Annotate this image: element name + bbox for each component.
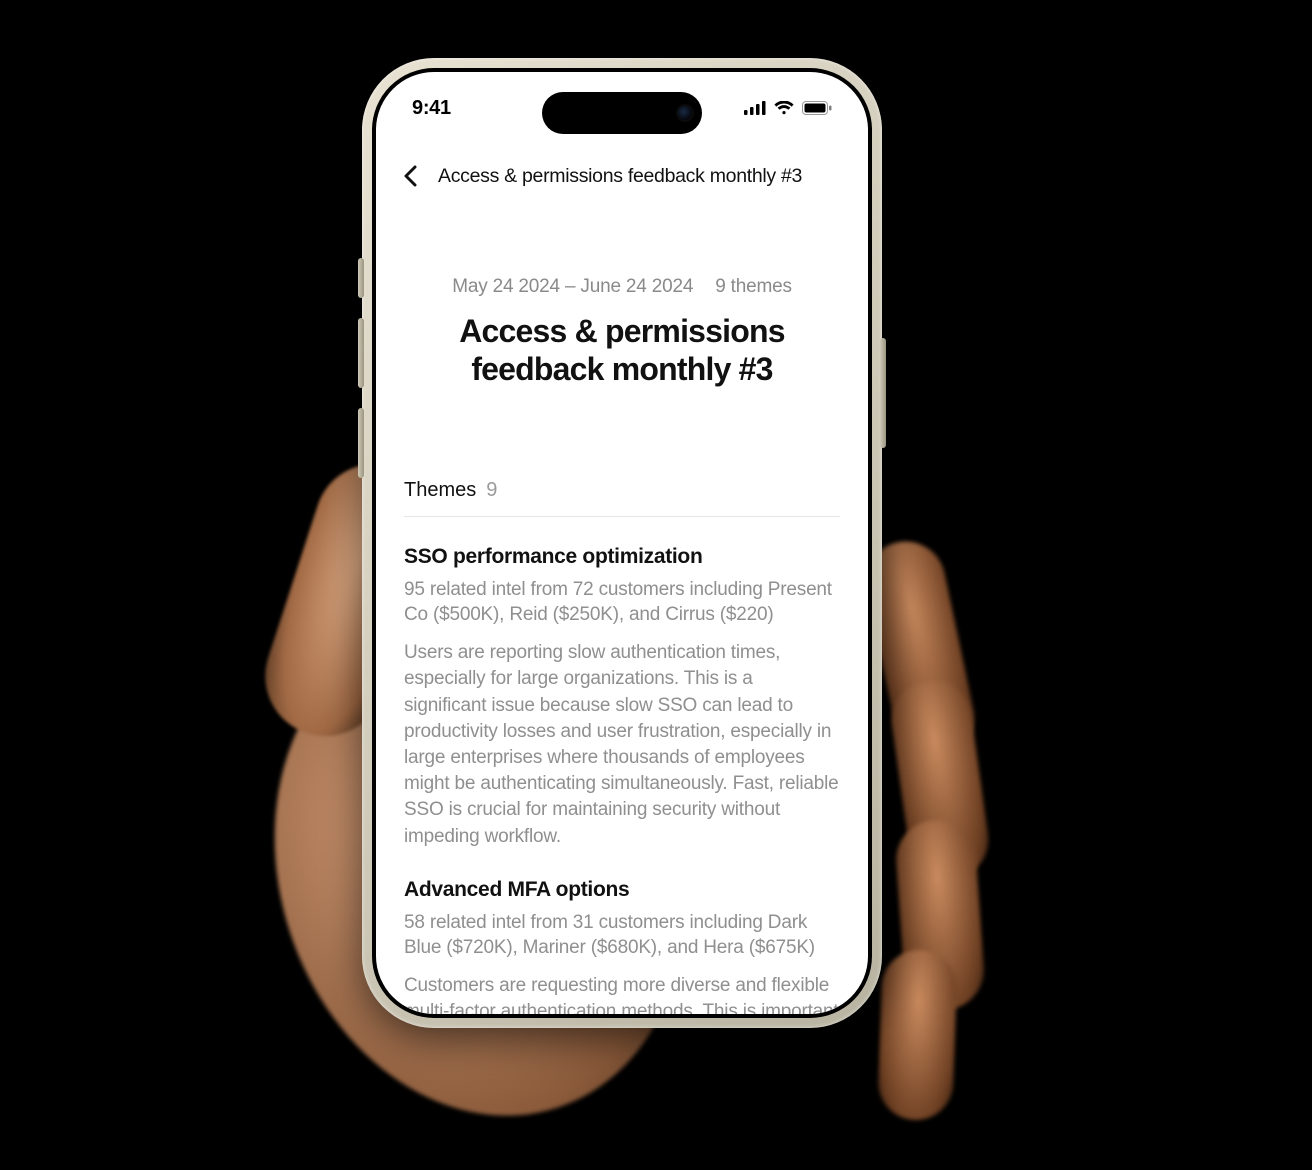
theme-title: SSO performance optimization — [404, 545, 840, 569]
content-scroll[interactable]: May 24 2024 – June 24 2024 9 themes Acce… — [376, 212, 868, 1014]
front-camera-icon — [678, 106, 692, 120]
themes-count: 9 — [486, 479, 497, 502]
theme-body: Customers are requesting more diverse an… — [404, 973, 840, 1014]
phone-frame: 9:41 — [362, 58, 882, 1028]
date-range: May 24 2024 – June 24 2024 — [452, 276, 693, 298]
wifi-icon — [774, 101, 794, 115]
theme-body: Users are reporting slow authentication … — [404, 640, 840, 850]
theme-subtitle: 58 related intel from 31 customers inclu… — [404, 910, 840, 961]
status-time: 9:41 — [412, 97, 451, 120]
meta-row: May 24 2024 – June 24 2024 9 themes — [404, 276, 840, 298]
theme-item[interactable]: Advanced MFA options 58 related intel fr… — [404, 878, 840, 1014]
nav-header: Access & permissions feedback monthly #3 — [376, 152, 868, 200]
themes-section-header: Themes 9 — [404, 479, 840, 517]
back-button[interactable] — [396, 162, 424, 190]
themes-summary: 9 themes — [715, 276, 792, 298]
themes-label: Themes — [404, 479, 476, 502]
theme-subtitle: 95 related intel from 72 customers inclu… — [404, 577, 840, 628]
battery-icon — [802, 101, 832, 115]
nav-title: Access & permissions feedback monthly #3 — [438, 165, 802, 188]
phone-screen: 9:41 — [376, 72, 868, 1014]
dynamic-island — [542, 92, 702, 134]
cellular-signal-icon — [744, 101, 766, 115]
theme-item[interactable]: SSO performance optimization 95 related … — [404, 545, 840, 850]
theme-title: Advanced MFA options — [404, 878, 840, 902]
chevron-left-icon — [403, 165, 417, 187]
page-title: Access & permissions feedback monthly #3 — [404, 312, 840, 389]
